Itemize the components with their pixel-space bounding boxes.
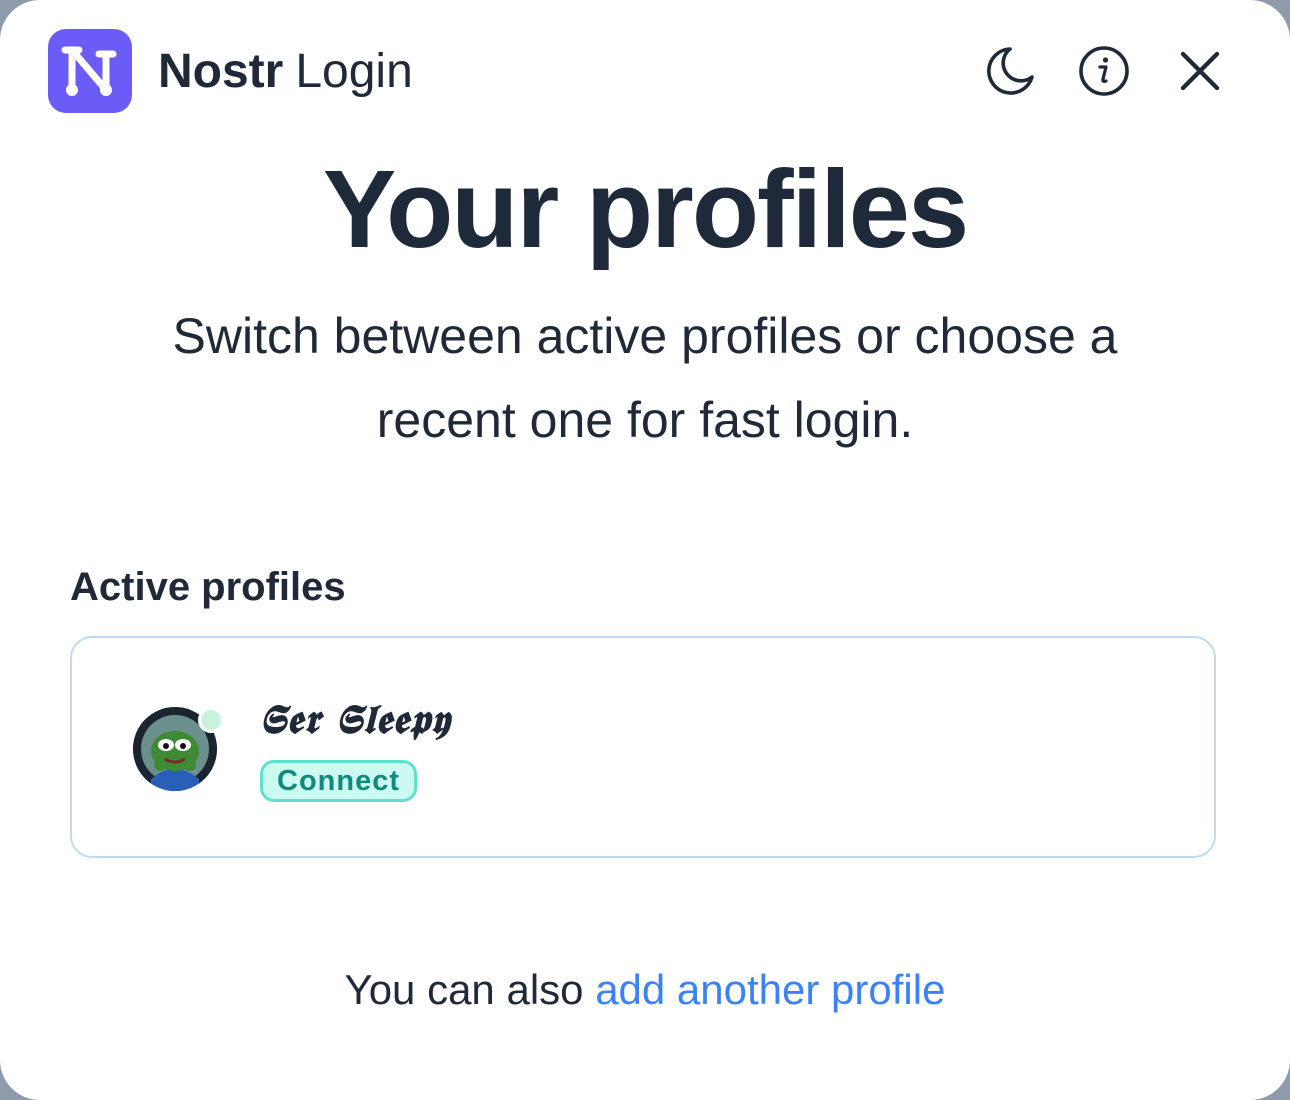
active-profiles-heading: Active profiles: [70, 565, 346, 609]
nostr-logo-glyph: [61, 46, 117, 96]
add-profile-link[interactable]: add another profile: [595, 966, 945, 1013]
app-title-bold: Nostr: [158, 45, 284, 98]
online-status-indicator: [198, 707, 224, 733]
nostr-logo: [48, 29, 132, 113]
moon-icon: [987, 47, 1034, 95]
page-title: Your profiles: [322, 148, 969, 271]
app-title-regular: Login: [295, 45, 413, 98]
close-button[interactable]: [1172, 43, 1228, 99]
profile-name: 𝕾𝖊𝖗 𝕾𝖑𝖊𝖊𝖕𝖞: [259, 696, 451, 743]
app-title: Nostr Login: [158, 46, 413, 98]
theme-toggle-button[interactable]: [980, 43, 1036, 99]
footer-prefix: You can also: [344, 966, 584, 1013]
modal-header: Nostr Login: [48, 29, 1230, 113]
info-button[interactable]: [1076, 43, 1132, 99]
login-modal: Nostr Login Your profiles Switch between …: [0, 0, 1290, 1100]
connect-badge[interactable]: Connect: [260, 760, 417, 802]
profile-card[interactable]: 𝕾𝖊𝖗 𝕾𝖑𝖊𝖊𝖕𝖞 Connect: [70, 636, 1216, 858]
close-icon: [1180, 51, 1220, 91]
info-icon: [1079, 46, 1129, 96]
page-subtitle: Switch between active profiles or choose…: [172, 308, 1118, 448]
footer-text: You can also add another profile: [0, 962, 1290, 1018]
